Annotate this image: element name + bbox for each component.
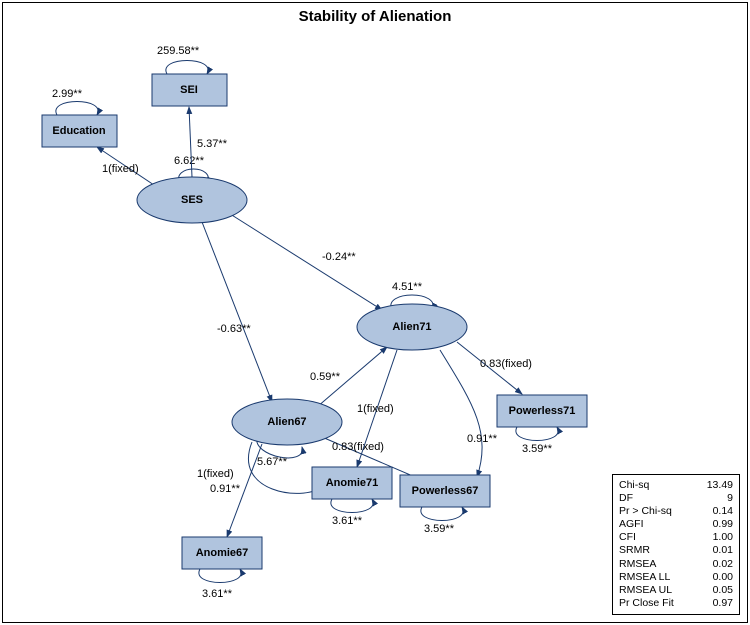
fit-label: Pr Close Fit xyxy=(619,597,697,610)
edge-label: 5.37** xyxy=(197,138,228,150)
node-label: Anomie67 xyxy=(196,547,249,559)
fit-value: 0.05 xyxy=(697,584,733,597)
fit-value: 9 xyxy=(697,492,733,505)
edge-label: 4.51** xyxy=(392,281,423,293)
loop-sei xyxy=(166,61,208,75)
fit-statistics-box: Chi-sq13.49 DF9 Pr > Chi-sq0.14 AGFI0.99… xyxy=(612,474,740,615)
edge-label: 259.58** xyxy=(157,45,200,57)
loop-powerless71 xyxy=(516,427,558,441)
fit-label: RMSEA UL xyxy=(619,584,697,597)
node-label: Powerless71 xyxy=(509,405,576,417)
edge-label: 0.83(fixed) xyxy=(332,441,384,453)
fit-label: Pr > Chi-sq xyxy=(619,505,697,518)
edge-label: -0.63** xyxy=(217,323,251,335)
node-label: Anomie71 xyxy=(326,477,379,489)
fit-label: SRMR xyxy=(619,544,697,557)
edge-label: -0.24** xyxy=(322,251,356,263)
fit-value: 1.00 xyxy=(697,531,733,544)
edge-label: 3.61** xyxy=(332,515,363,527)
edge-label: 3.61** xyxy=(202,588,233,600)
fit-value: 0.00 xyxy=(697,571,733,584)
fit-label: DF xyxy=(619,492,697,505)
loop-powerless67 xyxy=(421,507,463,521)
edge-label: 0.59** xyxy=(310,371,341,383)
fit-value: 0.14 xyxy=(697,505,733,518)
fit-value: 0.97 xyxy=(697,597,733,610)
edge-label: 3.59** xyxy=(424,523,455,535)
fit-value: 0.01 xyxy=(697,544,733,557)
edge-label: 0.91** xyxy=(210,483,241,495)
node-label: Education xyxy=(52,125,105,137)
node-label: Alien71 xyxy=(392,321,431,333)
edge-label: 1(fixed) xyxy=(357,403,394,415)
node-label: Powerless67 xyxy=(412,485,479,497)
path-ses-alien67 xyxy=(202,222,272,402)
edge-label: 1(fixed) xyxy=(197,468,234,480)
edge-label: 0.91** xyxy=(467,433,498,445)
edge-label: 1(fixed) xyxy=(102,163,139,175)
edge-label: 5.67** xyxy=(257,456,288,468)
loop-anomie71 xyxy=(331,499,373,513)
node-label: Alien67 xyxy=(267,416,306,428)
fit-label: CFI xyxy=(619,531,697,544)
path-ses-alien71 xyxy=(227,212,382,310)
node-label: SES xyxy=(181,194,203,206)
fit-label: RMSEA xyxy=(619,558,697,571)
fit-label: AGFI xyxy=(619,518,697,531)
edge-label: 6.62** xyxy=(174,155,205,167)
path-alien71-powerless67 xyxy=(440,350,482,477)
fit-value: 0.02 xyxy=(697,558,733,571)
fit-value: 0.99 xyxy=(697,518,733,531)
loop-education xyxy=(56,102,98,116)
edge-label: 0.83(fixed) xyxy=(480,358,532,370)
fit-label: RMSEA LL xyxy=(619,571,697,584)
edge-label: 3.59** xyxy=(522,443,553,455)
loop-anomie67 xyxy=(199,569,241,583)
fit-label: Chi-sq xyxy=(619,479,697,492)
fit-value: 13.49 xyxy=(697,479,733,492)
edge-label: 2.99** xyxy=(52,88,83,100)
node-label: SEI xyxy=(180,84,198,96)
